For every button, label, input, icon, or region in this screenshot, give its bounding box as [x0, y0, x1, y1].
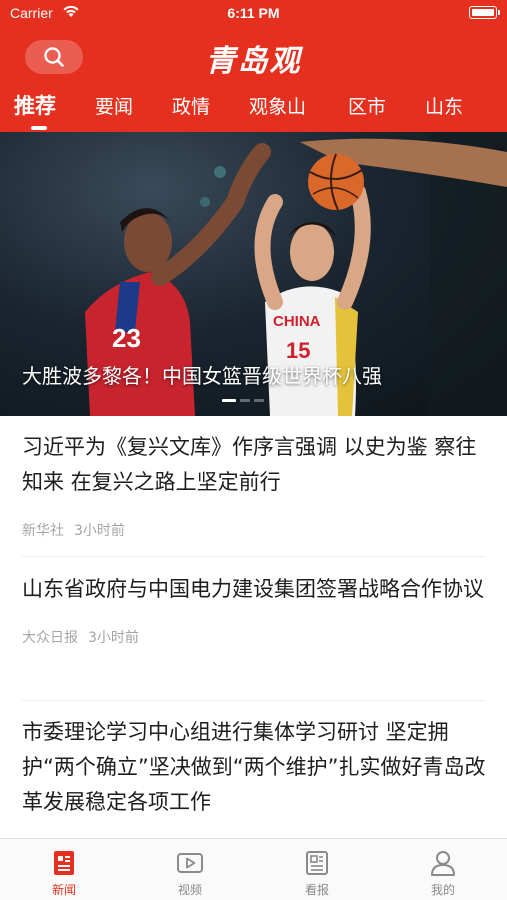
video-icon — [177, 853, 203, 873]
carousel-dot — [240, 399, 250, 402]
tab-news[interactable]: 新闻 — [29, 849, 99, 898]
carousel-indicator — [222, 399, 264, 402]
tab-politics[interactable]: 政情 — [172, 92, 210, 119]
newspaper-icon — [306, 851, 328, 875]
tab-districts[interactable]: 区市 — [348, 92, 386, 119]
divider — [22, 556, 485, 557]
tab-profile-label: 我的 — [430, 883, 455, 897]
news-title: 市委理论学习中心组进行集体学习研讨 坚定拥护“两个确立”坚决做到“两个维护”扎实… — [22, 720, 486, 814]
status-bar: Carrier 6:11 PM — [0, 0, 507, 28]
news-meta: 大众日报 3小时前 — [22, 627, 490, 647]
bottom-tab-bar: 新闻 视频 看报 我的 — [0, 838, 507, 900]
app-logo: 青岛观 — [205, 44, 302, 79]
carousel-dot — [254, 399, 264, 402]
news-meta: 新华社 3小时前 — [22, 520, 490, 540]
tab-shandong[interactable]: 山东 — [425, 92, 463, 119]
jersey-number-left: 23 — [112, 323, 141, 353]
divider — [22, 700, 485, 701]
channel-tabs: 推荐 要闻 政情 观象山 区市 山东 — [0, 90, 507, 130]
profile-icon — [431, 851, 455, 876]
news-title: 习近平为《复兴文库》作序言强调 以史为鉴 察往知来 在复兴之路上坚定前行 — [22, 435, 477, 494]
news-time: 3小时前 — [88, 630, 139, 646]
tab-headlines[interactable]: 要闻 — [95, 92, 133, 119]
news-item[interactable]: 山东省政府与中国电力建设集团签署战略合作协议 大众日报 3小时前 — [22, 572, 490, 647]
jersey-text-right: CHINA — [273, 313, 321, 330]
news-source: 新华社 — [22, 523, 64, 539]
tab-video[interactable]: 视频 — [155, 849, 225, 898]
tab-recommend[interactable]: 推荐 — [14, 90, 56, 120]
clock: 6:11 PM — [227, 5, 280, 21]
news-icon — [54, 851, 74, 875]
battery-icon — [469, 6, 500, 19]
news-source: 大众日报 — [22, 630, 78, 646]
headline-banner[interactable]: 23 CHINA 15 大胜波多黎各！中国女篮晋级世界杯八强 — [0, 132, 507, 416]
news-item[interactable]: 市委理论学习中心组进行集体学习研讨 坚定拥护“两个确立”坚决做到“两个维护”扎实… — [22, 715, 490, 820]
tab-news-label: 新闻 — [51, 883, 76, 897]
tab-guanxiangshan[interactable]: 观象山 — [249, 92, 306, 119]
news-item[interactable]: 习近平为《复兴文库》作序言强调 以史为鉴 察往知来 在复兴之路上坚定前行 新华社… — [22, 430, 490, 540]
active-tab-indicator — [31, 126, 47, 130]
tab-newspaper[interactable]: 看报 — [282, 849, 352, 898]
news-title: 山东省政府与中国电力建设集团签署战略合作协议 — [22, 577, 484, 601]
tab-profile[interactable]: 我的 — [408, 849, 478, 898]
tab-newspaper-label: 看报 — [304, 883, 329, 897]
banner-caption: 大胜波多黎各！中国女篮晋级世界杯八强 — [22, 364, 382, 388]
news-time: 3小时前 — [74, 523, 125, 539]
tab-video-label: 视频 — [177, 883, 202, 897]
app-header: Carrier 6:11 PM 青岛观 推荐 要闻 政情 观象山 区市 山东 — [0, 0, 507, 132]
carousel-dot-active — [222, 399, 236, 402]
